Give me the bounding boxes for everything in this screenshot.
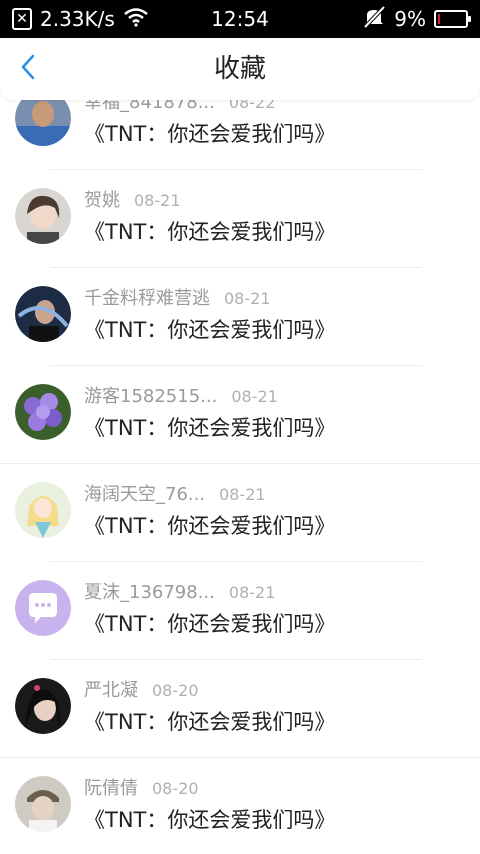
avatar-photo-5[interactable] — [15, 776, 71, 832]
mute-icon — [362, 5, 386, 33]
user-name-text: 游客1582515... — [84, 386, 218, 407]
favorite-list-item[interactable]: 严北凝 08-20 《TNT：你还会爱我们吗》 — [0, 660, 480, 758]
post-date: 08-21 — [219, 485, 266, 504]
favorites-list: 幸福_841878... 08-22 《TNT：你还会爱我们吗》 贺姚 08-21 《TN… — [0, 72, 480, 854]
favorite-list-item[interactable]: 千金料稃难营逃 08-21 《TNT：你还会爱我们吗》 — [0, 268, 480, 366]
favorite-list-item[interactable]: 游客1582515... 08-21 《TNT：你还会爱我们吗》 — [0, 366, 480, 464]
favorite-list-item[interactable]: 阮倩倩 08-20 《TNT：你还会爱我们吗》 — [0, 758, 480, 854]
avatar-photo-3[interactable] — [15, 286, 71, 342]
favorite-title: 《TNT：你还会爱我们吗》 — [84, 122, 336, 146]
battery-icon — [434, 10, 471, 28]
post-date: 08-21 — [228, 583, 276, 602]
favorite-title: 《TNT：你还会爱我们吗》 — [84, 710, 336, 734]
user-name-text: 夏沫_136798... — [84, 582, 215, 603]
post-date: 08-20 — [152, 779, 199, 798]
page-title: 收藏 — [213, 54, 266, 84]
user-name-text: 海阔天空_76... — [84, 484, 206, 505]
favorite-title: 《TNT：你还会爱我们吗》 — [84, 318, 336, 342]
avatar-photo-2[interactable] — [15, 188, 71, 244]
user-name-text: 严北凝 — [84, 680, 138, 701]
post-date: 08-21 — [134, 191, 181, 210]
user-name-text: 阮倩倩 — [84, 778, 138, 799]
user-name: 千金料稃难营逃 08-21 — [84, 284, 271, 310]
wifi-icon — [123, 7, 149, 32]
favorite-title: 《TNT：你还会爱我们吗》 — [84, 220, 336, 244]
chevron-left-icon — [20, 54, 36, 84]
avatar-photo-4[interactable] — [15, 678, 71, 734]
status-left: ✕ 2.33K/s — [12, 7, 149, 32]
user-name: 贺姚 08-21 — [84, 186, 181, 212]
user-name: 海阔天空_76... 08-21 — [84, 480, 266, 506]
post-date: 08-21 — [231, 387, 278, 406]
favorite-title: 《TNT：你还会爱我们吗》 — [84, 808, 336, 832]
user-name: 严北凝 08-20 — [84, 676, 199, 702]
favorite-title: 《TNT：你还会爱我们吗》 — [84, 514, 336, 538]
avatar-default-chat[interactable] — [15, 580, 71, 636]
user-name: 游客1582515... 08-21 — [84, 382, 278, 408]
battery-fill — [438, 14, 441, 24]
favorite-title: 《TNT：你还会爱我们吗》 — [84, 416, 336, 440]
user-name-text: 贺姚 — [84, 190, 120, 211]
favorite-title: 《TNT：你还会爱我们吗》 — [84, 612, 336, 636]
post-date: 08-21 — [224, 289, 271, 308]
avatar-anime[interactable] — [15, 482, 71, 538]
back-button[interactable] — [12, 52, 44, 86]
favorite-list-item[interactable]: 贺姚 08-21 《TNT：你还会爱我们吗》 — [0, 170, 480, 268]
battery-percent: 9% — [394, 7, 426, 31]
favorite-list-item[interactable]: 夏沫_136798... 08-21 《TNT：你还会爱我们吗》 — [0, 562, 480, 660]
sim-blocked-icon: ✕ — [12, 8, 32, 30]
post-date: 08-20 — [152, 681, 199, 700]
user-name: 阮倩倩 08-20 — [84, 774, 199, 800]
network-speed: 2.33K/s — [40, 7, 115, 31]
favorite-list-item[interactable]: 海阔天空_76... 08-21 《TNT：你还会爱我们吗》 — [0, 464, 480, 562]
user-name-text: 千金料稃难营逃 — [84, 288, 210, 309]
user-name: 夏沫_136798... 08-21 — [84, 578, 275, 604]
status-right: 9% — [362, 5, 471, 33]
avatar-flowers[interactable] — [15, 384, 71, 440]
status-bar: ✕ 2.33K/s 12:54 9% — [0, 0, 480, 38]
header-bar: 收藏 — [0, 38, 480, 100]
